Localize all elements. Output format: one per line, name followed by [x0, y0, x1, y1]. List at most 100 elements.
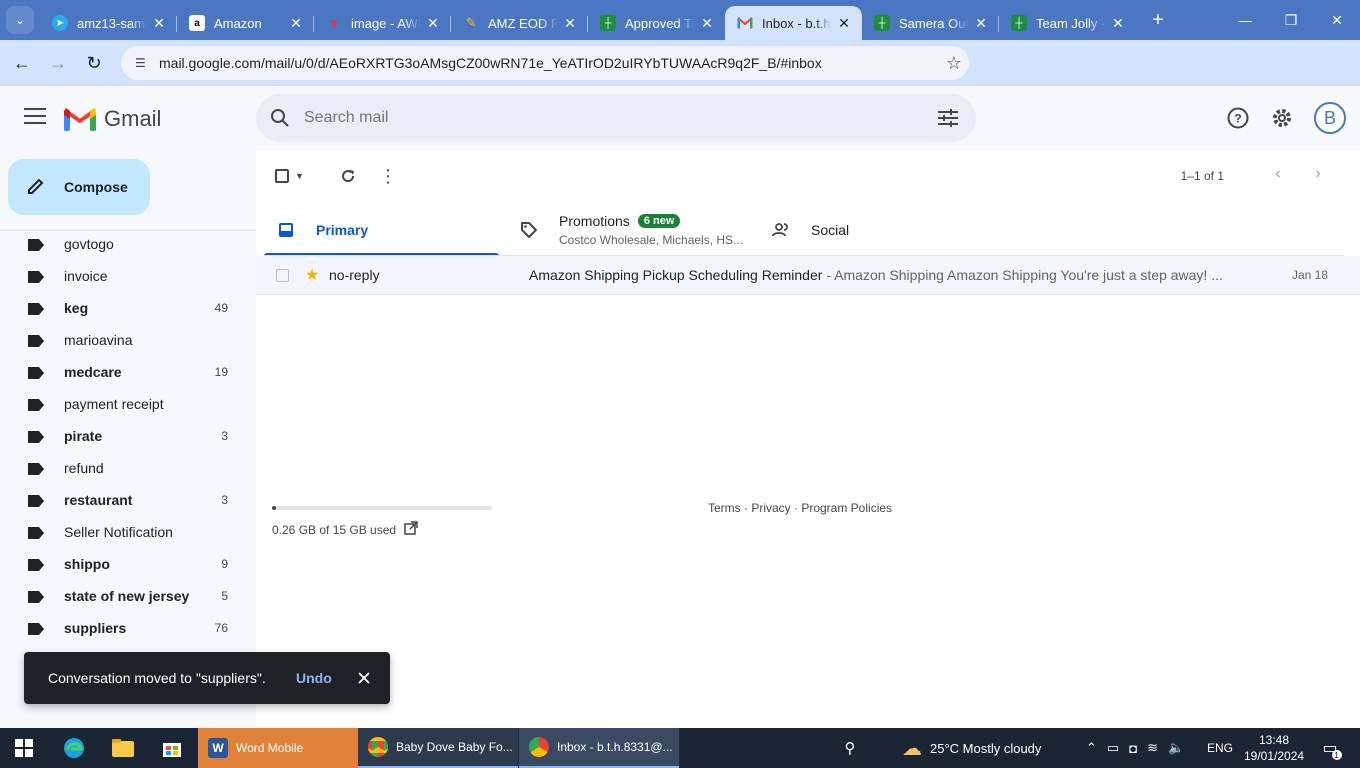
open-external-icon[interactable] [404, 521, 418, 538]
settings-gear-icon[interactable] [1270, 106, 1294, 130]
wifi-icon[interactable]: ≋ [1147, 740, 1158, 756]
language-indicator[interactable]: ENG [1207, 728, 1233, 768]
microsoft-store-icon[interactable] [160, 736, 184, 760]
tab-title: Inbox - b.t.h. [762, 15, 832, 31]
browser-tab-7[interactable]: ┼ Team Jolly - ✕ [999, 6, 1136, 40]
search-people-icon[interactable]: ⚲ [838, 736, 862, 760]
browser-tab-5-active[interactable]: Inbox - b.t.h. ✕ [725, 6, 862, 40]
close-tab-icon[interactable]: ✕ [562, 15, 578, 32]
browser-tab-0[interactable]: ➤ amz13-same ✕ [40, 6, 177, 40]
tab-primary-label: Primary [316, 222, 369, 238]
browser-tab-6[interactable]: ┼ Samera Outs ✕ [862, 6, 999, 40]
clock[interactable]: 13:48 19/01/2024 [1244, 732, 1304, 764]
address-bar[interactable]: ☰ mail.google.com/mail/u/0/d/AEoRXRTG3oA… [121, 46, 969, 80]
reload-button[interactable]: ↻ [76, 45, 112, 81]
email-checkbox[interactable] [276, 268, 289, 282]
minimize-button[interactable]: — [1222, 0, 1268, 40]
close-tab-icon[interactable]: ✕ [151, 15, 167, 32]
close-tab-icon[interactable]: ✕ [288, 15, 304, 32]
sidebar-label-item[interactable]: govtogo [0, 228, 256, 260]
tab-promotions[interactable]: Promotions 6 new Costco Wholesale, Micha… [499, 204, 759, 256]
gmail-icon [737, 15, 753, 31]
taskbar-app-label: Inbox - b.t.h.8331@... [557, 740, 673, 754]
search-icon[interactable] [256, 108, 304, 128]
sidebar-label-item[interactable]: invoice [0, 260, 256, 292]
star-icon[interactable]: ★ [305, 265, 325, 285]
label-unread-count: 76 [214, 621, 228, 635]
snackbar-message: Conversation moved to "suppliers". [48, 670, 266, 686]
site-info-icon[interactable]: ☰ [135, 56, 151, 70]
bookmark-star-icon[interactable]: ☆ [939, 53, 969, 74]
close-tab-icon[interactable]: ✕ [836, 15, 852, 32]
sidebar-label-item[interactable]: keg 49 [0, 292, 256, 324]
speaker-icon[interactable]: 🔈 [1168, 740, 1184, 756]
close-tab-icon[interactable]: ✕ [425, 15, 441, 32]
restore-button[interactable]: ❐ [1268, 0, 1314, 40]
close-window-button[interactable]: ✕ [1314, 0, 1360, 40]
taskbar-app-chrome-2[interactable]: Inbox - b.t.h.8331@... [519, 728, 679, 768]
mail-toolbar: ▼ ⋮ [272, 164, 408, 188]
browser-tab-3[interactable]: ✎ AMZ EOD Re ✕ [451, 6, 588, 40]
telegram-icon: ➤ [52, 15, 68, 31]
chevron-down-icon[interactable]: ▼ [295, 171, 304, 181]
weather-widget[interactable]: ☁ 25°C Mostly cloudy [902, 728, 1041, 768]
select-all-checkbox[interactable]: ▼ [272, 169, 320, 183]
search-bar[interactable] [256, 94, 976, 142]
sidebar-label-item[interactable]: payment receipt [0, 388, 256, 420]
sidebar-label-item[interactable]: Seller Notification [0, 516, 256, 548]
close-tab-icon[interactable]: ✕ [699, 15, 715, 32]
pencil-icon: ✎ [465, 15, 477, 30]
browser-tab-1[interactable]: a Amazon ✕ [177, 6, 314, 40]
forward-button[interactable]: → [40, 45, 76, 81]
file-explorer-icon[interactable] [111, 736, 135, 760]
windows-start-icon[interactable] [12, 736, 36, 760]
refresh-button[interactable] [328, 164, 368, 188]
sidebar-label-item[interactable]: shippo 9 [0, 548, 256, 580]
footer-links[interactable]: Terms · Privacy · Program Policies [708, 501, 892, 515]
taskbar-app-word[interactable]: W Word Mobile [198, 728, 358, 768]
tab-title: Amazon [214, 15, 262, 31]
search-input[interactable] [304, 109, 920, 127]
account-avatar[interactable]: B [1314, 102, 1346, 134]
close-tab-icon[interactable]: ✕ [1110, 15, 1126, 32]
undo-button[interactable]: Undo [296, 670, 340, 686]
label-name: Seller Notification [64, 524, 173, 540]
camera-icon[interactable]: ◘ [1129, 741, 1137, 756]
promotions-senders: Costco Wholesale, Michaels, HS... [559, 233, 744, 247]
search-options-icon[interactable] [920, 109, 976, 127]
previous-page-button[interactable]: ‹ [1268, 164, 1288, 184]
close-tab-icon[interactable]: ✕ [973, 15, 989, 32]
sidebar-label-item[interactable]: suppliers 76 [0, 612, 256, 644]
chevron-up-icon[interactable]: ⌃ [1086, 740, 1097, 756]
main-menu-icon[interactable] [24, 108, 46, 128]
tab-social[interactable]: Social [759, 204, 994, 256]
help-icon[interactable]: ? [1226, 106, 1250, 130]
sidebar-label-item[interactable]: refund [0, 452, 256, 484]
tab-primary[interactable]: Primary [264, 204, 499, 256]
compose-button[interactable]: Compose [8, 159, 150, 215]
plus-icon: + [1152, 8, 1164, 31]
reload-icon: ↻ [86, 52, 102, 73]
new-tab-button[interactable]: + [1144, 6, 1172, 34]
gmail-logo[interactable]: Gmail [64, 106, 161, 132]
label-list: govtogo invoice keg 49 marioavina medcare 19 pa… [0, 228, 256, 644]
cloudy-weather-icon: ☁ [902, 737, 922, 760]
tab-search-button[interactable]: ⌄ [6, 6, 34, 34]
sidebar-label-item[interactable]: pirate 3 [0, 420, 256, 452]
sidebar-label-item[interactable]: restaurant 3 [0, 484, 256, 516]
notification-center-icon[interactable]: ▭ 1 [1318, 736, 1342, 760]
battery-icon[interactable]: ▭ [1107, 740, 1119, 756]
browser-tab-2[interactable]: ▼ image - AWI ✕ [314, 6, 451, 40]
close-icon[interactable] [352, 672, 376, 684]
taskbar-app-chrome-1[interactable]: Baby Dove Baby Fo... [358, 728, 518, 768]
back-button[interactable]: ← [4, 45, 40, 81]
email-row[interactable]: ★ no-reply Amazon Shipping Pickup Schedu… [256, 256, 1360, 295]
sidebar-label-item[interactable]: medcare 19 [0, 356, 256, 388]
next-page-button[interactable]: › [1308, 164, 1328, 184]
sidebar-label-item[interactable]: marioavina [0, 324, 256, 356]
more-options-button[interactable]: ⋮ [368, 164, 408, 188]
edge-browser-icon[interactable] [62, 736, 86, 760]
sidebar-label-item[interactable]: state of new jersey 5 [0, 580, 256, 612]
label-unread-count: 19 [214, 365, 228, 379]
browser-tab-4[interactable]: ┼ Approved Ti ✕ [588, 6, 725, 40]
